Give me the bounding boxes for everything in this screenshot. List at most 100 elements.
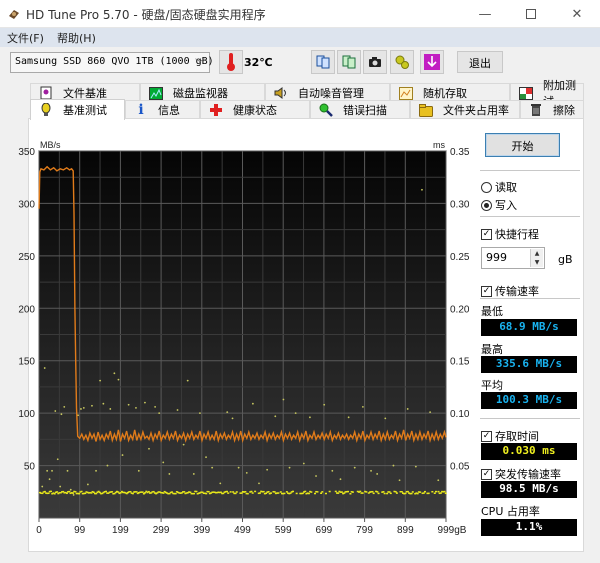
access-time-point: [41, 492, 44, 495]
tab-benchmark[interactable]: 基准测试: [30, 99, 125, 120]
y2-axis-unit: ms: [433, 140, 445, 150]
access-time-point: [304, 490, 307, 493]
access-time-point: [50, 490, 52, 493]
access-time-point: [389, 492, 392, 495]
access-time-point: [54, 410, 57, 412]
access-time-point: [383, 492, 386, 495]
access-time-readout: 0.030 ms: [481, 443, 577, 460]
access-time-point: [270, 492, 272, 494]
access-time-point: [316, 491, 319, 493]
access-time-point: [282, 398, 285, 401]
access-time-point: [99, 379, 102, 382]
access-time-point: [154, 405, 157, 408]
access-time-point: [315, 475, 317, 477]
access-time-point: [292, 490, 294, 493]
y-tick-label: 350: [18, 147, 35, 158]
access-time-point: [328, 490, 331, 493]
spin-down-icon[interactable]: ▼: [531, 258, 543, 267]
access-time-point: [51, 469, 53, 472]
access-time-point: [321, 491, 324, 493]
spin-arrows[interactable]: ▲ ▼: [530, 249, 543, 267]
access-time-point: [277, 492, 280, 494]
access-time-point: [419, 491, 422, 493]
access-time-point: [174, 492, 177, 495]
access-time-point: [262, 490, 265, 493]
access-time-point: [227, 492, 230, 494]
short-stroke-checkbox[interactable]: ✓ 快捷行程: [481, 226, 539, 242]
access-time-point: [435, 490, 437, 493]
radio-read[interactable]: 读取: [481, 179, 517, 195]
access-time-point: [162, 461, 165, 464]
access-time-point: [371, 490, 374, 493]
access-time-point: [414, 465, 417, 468]
access-time-point: [235, 491, 238, 493]
short-stroke-input[interactable]: 999 ▲ ▼: [481, 247, 545, 269]
access-time-point: [168, 473, 171, 475]
access-time-point: [121, 454, 124, 456]
transfer-rate-label: 传输速率: [495, 285, 539, 298]
access-time-point: [192, 473, 195, 475]
burst-rate-checkbox[interactable]: ✓ 突发传输速率: [481, 466, 561, 482]
access-time-point: [171, 491, 173, 493]
access-time-point: [325, 492, 327, 495]
access-time-point: [78, 492, 81, 495]
access-time-point: [429, 411, 432, 413]
access-time-point: [349, 493, 352, 495]
access-time-point: [251, 492, 254, 494]
access-time-point: [274, 415, 277, 418]
access-time-point: [193, 492, 195, 495]
access-time-point: [183, 491, 186, 493]
spin-up-icon[interactable]: ▲: [531, 249, 543, 258]
access-time-point: [141, 491, 144, 493]
access-time-point: [314, 492, 316, 495]
short-stroke-label: 快捷行程: [495, 228, 539, 241]
access-time-checkbox[interactable]: ✓ 存取时间: [481, 428, 539, 444]
access-time-point: [279, 491, 282, 493]
access-time-point: [384, 417, 387, 420]
y-tick-label: 250: [18, 252, 35, 263]
access-time-point: [394, 491, 397, 493]
access-time-point: [411, 491, 414, 493]
access-time-point: [148, 447, 150, 450]
access-time-point: [240, 492, 243, 494]
access-time-point: [259, 492, 261, 494]
access-time-point: [127, 403, 130, 406]
access-time-point: [431, 490, 434, 493]
y-tick-label: 100: [18, 409, 35, 420]
separator: [480, 170, 580, 171]
tab-label: 基准测试: [63, 104, 107, 117]
access-time-point: [404, 492, 407, 495]
x-tick-label: 199: [112, 525, 129, 536]
access-time-point: [339, 478, 342, 481]
access-time-point: [72, 492, 74, 494]
radio-write-label: 写入: [495, 199, 517, 212]
access-time-point: [307, 492, 310, 495]
x-tick-label: 999gB: [438, 525, 467, 536]
access-time-point: [251, 402, 254, 405]
access-time-point: [46, 469, 49, 472]
access-time-point: [53, 493, 56, 495]
transfer-rate-checkbox[interactable]: ✓ 传输速率: [481, 283, 539, 299]
start-button[interactable]: 开始: [485, 133, 560, 157]
access-time-point: [302, 462, 305, 465]
x-tick-label: 599: [275, 525, 292, 536]
y-axis-unit: MB/s: [40, 140, 61, 150]
access-time-point: [65, 492, 68, 495]
access-time-point: [86, 483, 89, 486]
access-time-point: [63, 405, 66, 408]
access-time-point: [205, 492, 208, 495]
access-time-point: [80, 408, 82, 410]
access-time-point: [189, 491, 192, 494]
avg-readout: 100.3 MB/s: [481, 392, 577, 409]
access-time-point: [382, 491, 385, 493]
access-time-point: [245, 472, 248, 474]
access-time-point: [351, 491, 354, 493]
access-time-point: [427, 492, 430, 495]
radio-write[interactable]: 写入: [481, 197, 517, 213]
access-time-point: [60, 413, 63, 416]
min-label: 最低: [481, 305, 503, 318]
access-time-point: [199, 412, 201, 415]
access-time-point: [231, 417, 234, 420]
access-time-point: [433, 492, 436, 495]
access-time-point: [347, 416, 350, 419]
